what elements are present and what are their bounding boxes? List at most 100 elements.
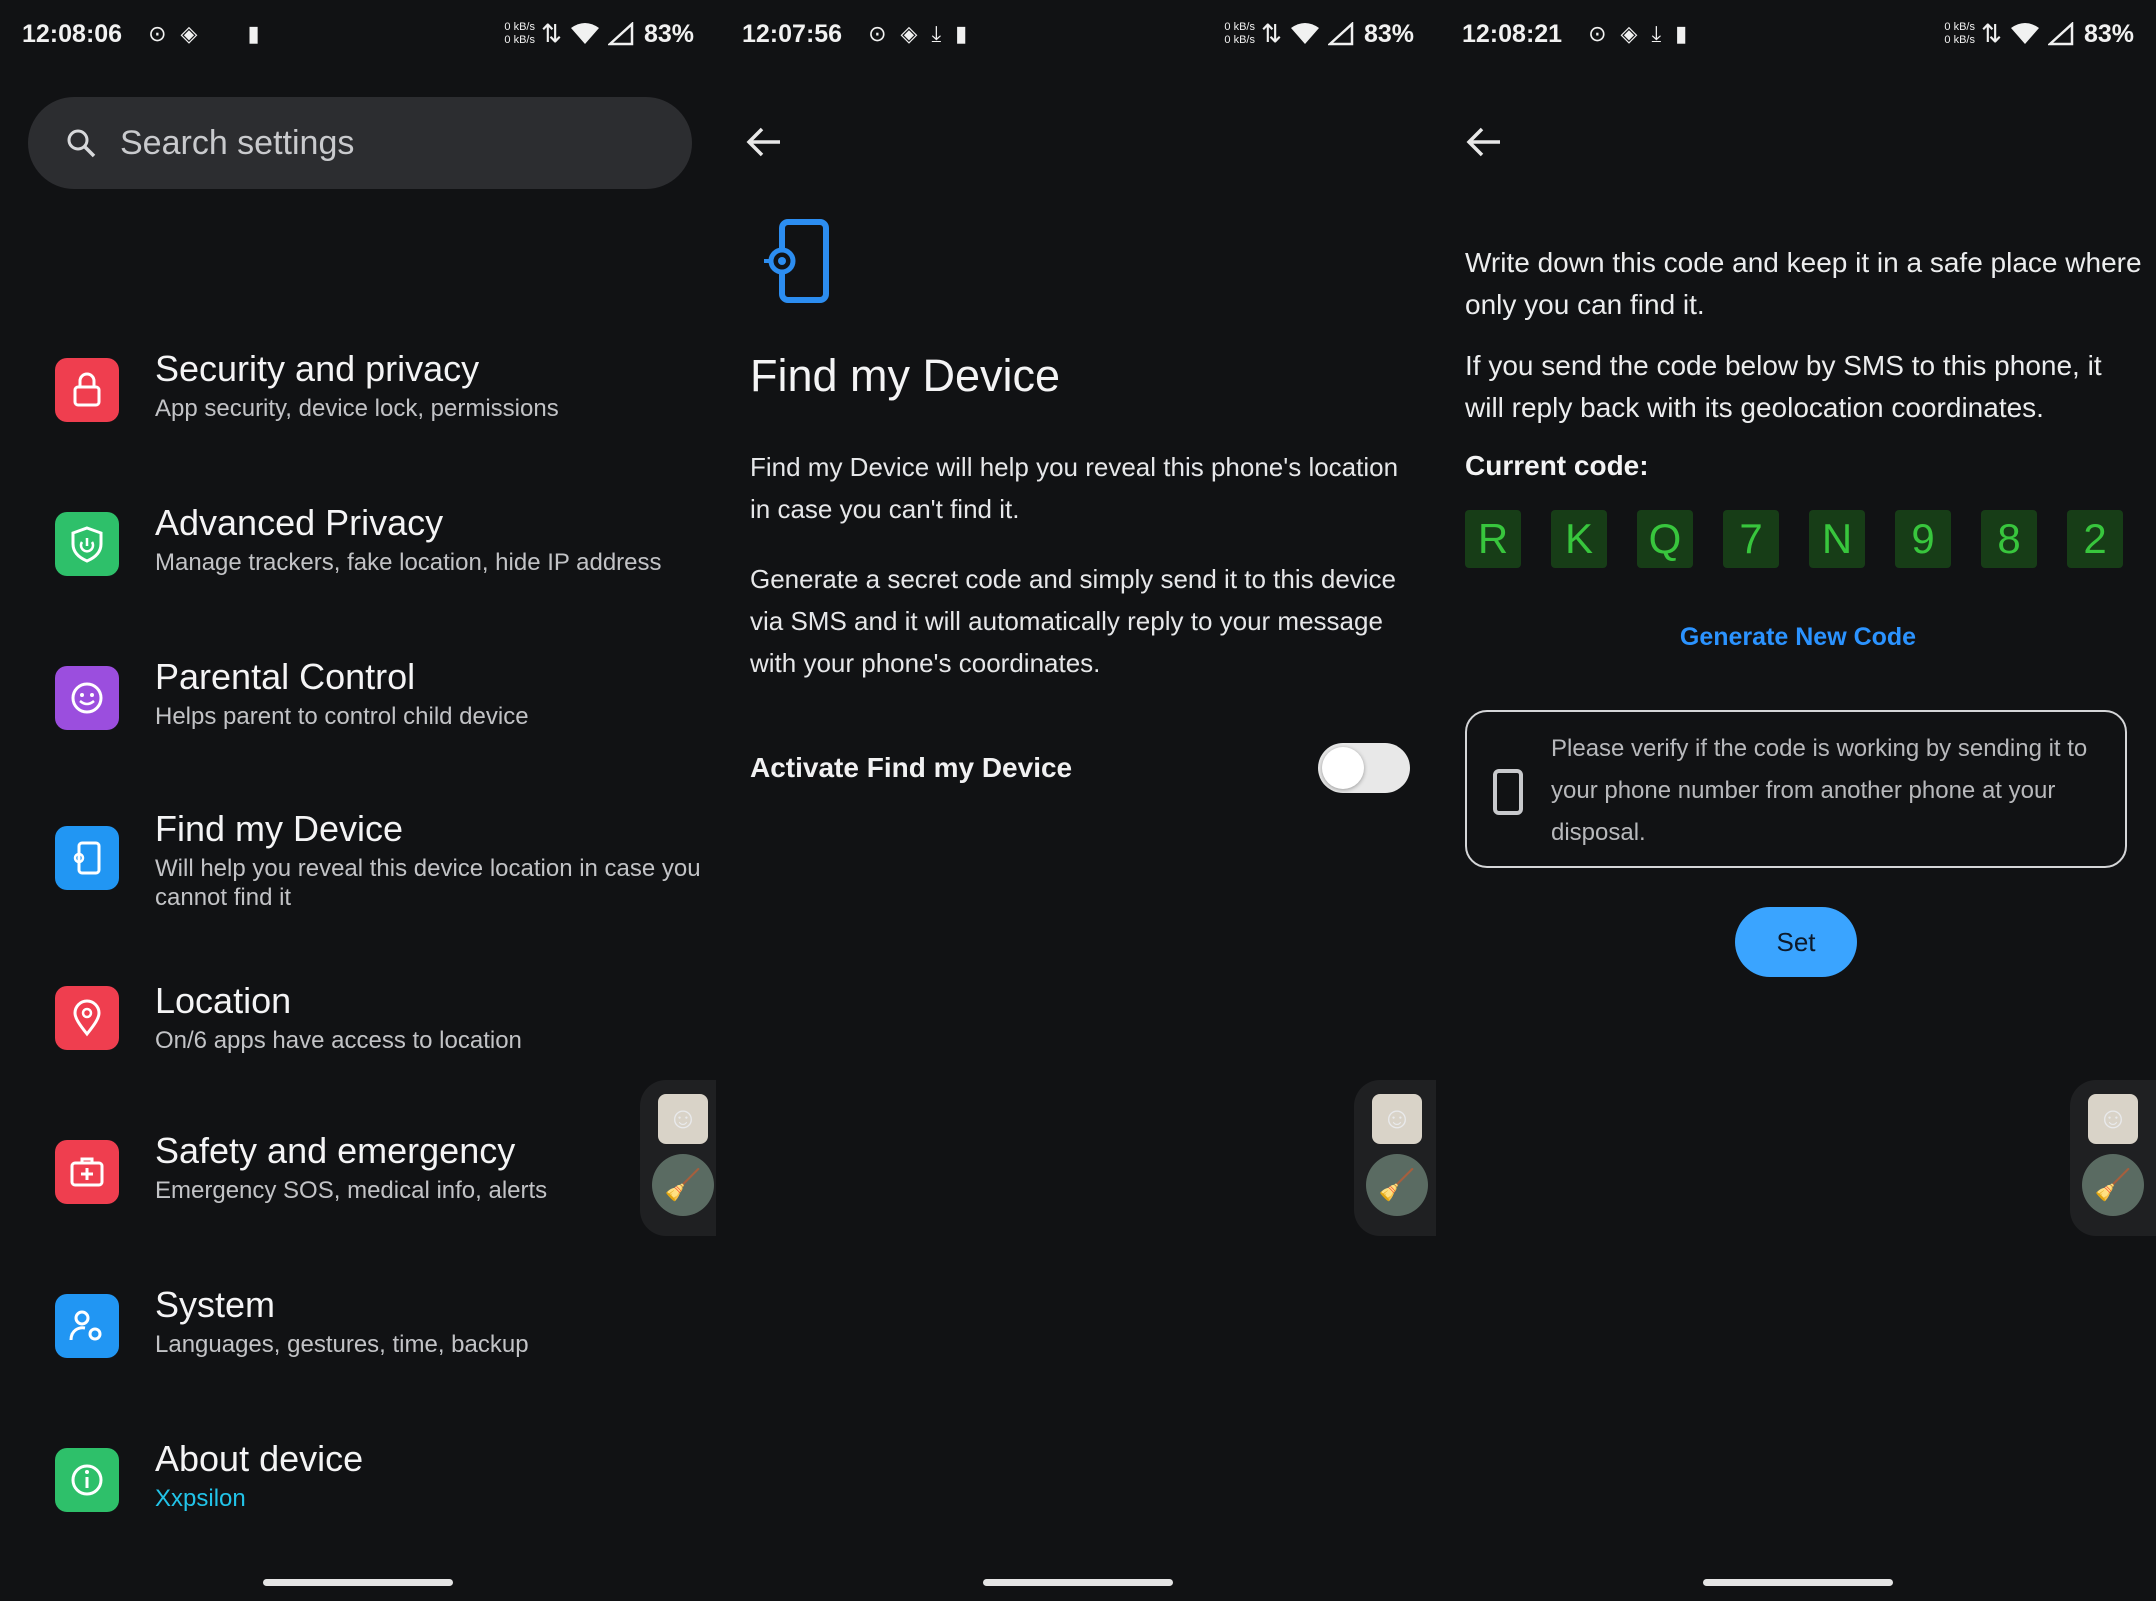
medical-kit-icon: [55, 1140, 119, 1204]
find-my-device-screen: 12:07:56 ⊙ ◈ ⤓ ▮ 0 kB/s 0 kB/s ⇅ 83% Find…: [720, 0, 1436, 1601]
item-subtitle: Display, interaction, audio: [155, 245, 429, 272]
data-arrows-icon: ⇅: [1261, 20, 1282, 48]
item-title: Safety and emergency: [155, 1130, 516, 1171]
item-title: Find my Device: [155, 808, 404, 849]
floating-widget[interactable]: ☺ 🧹: [1354, 1080, 1436, 1236]
status-bar: 12:07:56 ⊙ ◈ ⤓ ▮ 0 kB/s 0 kB/s ⇅ 83%: [742, 14, 1414, 54]
lock-icon: [55, 358, 119, 422]
item-subtitle: App security, device lock, permissions: [155, 395, 559, 422]
download-icon: ⤓: [931, 21, 942, 46]
network-rate: 0 kB/s 0 kB/s: [1224, 21, 1255, 47]
rate-up: 0 kB/s: [1944, 21, 1975, 33]
signal-icon: [2047, 22, 2074, 46]
shield-status-icon: ◈: [900, 21, 918, 46]
settings-screen: 12:08:06 ⊙ ◈ ▮ 0 kB/s 0 kB/s ⇅ 83% Search…: [0, 0, 716, 1601]
keep-safe-text: Write down this code and keep it in a sa…: [1465, 247, 2142, 320]
verify-text: Please verify if the code is working by …: [1551, 735, 2088, 846]
code-char: K: [1551, 510, 1607, 568]
activate-label: Activate Find my Device: [750, 752, 1073, 783]
rate-up: 0 kB/s: [1224, 21, 1255, 33]
device-name: Xxpsilon: [155, 1485, 246, 1512]
item-title: Accessibility: [155, 198, 352, 239]
instructions-text: Generate a secret code and simply send i…: [750, 564, 1397, 678]
rate-up: 0 kB/s: [504, 21, 535, 33]
item-subtitle: Languages, gestures, time, backup: [155, 1331, 529, 1358]
signal-icon: [1327, 22, 1354, 46]
assistant-avatar-icon[interactable]: ☺: [2088, 1094, 2138, 1144]
floating-widget[interactable]: ☺ 🧹: [2070, 1080, 2156, 1236]
sms-instructions-text: If you send the code below by SMS to thi…: [1465, 350, 2102, 423]
nav-handle[interactable]: [263, 1579, 453, 1586]
item-subtitle: On/6 apps have access to location: [155, 1027, 522, 1054]
system-user-gear-icon: [55, 1294, 119, 1358]
battery-percent: 83%: [1363, 19, 1414, 48]
item-subtitle: Helps parent to control child device: [155, 703, 529, 730]
phone-icon: [1493, 769, 1523, 815]
status-right: 0 kB/s 0 kB/s ⇅ 83%: [504, 19, 694, 49]
status-time: 12:08:21: [1462, 19, 1563, 48]
code-char: Q: [1637, 510, 1693, 568]
code-char: 8: [1981, 510, 2037, 568]
assistant-avatar-icon[interactable]: ☺: [1372, 1094, 1422, 1144]
item-title: Location: [155, 980, 292, 1021]
verify-info-box: Please verify if the code is working by …: [1465, 710, 2127, 868]
status-bar: 12:08:21 ⊙ ◈ ⤓ ▮ 0 kB/s 0 kB/s ⇅ 83%: [1462, 14, 2134, 54]
rate-down: 0 kB/s: [1224, 34, 1255, 46]
item-subtitle: Emergency SOS, medical info, alerts: [155, 1177, 548, 1204]
signal-icon: [607, 22, 634, 46]
cleaner-broom-icon[interactable]: 🧹: [1366, 1154, 1428, 1216]
phone-locate-icon: [55, 826, 119, 890]
data-arrows-icon: ⇅: [1981, 20, 2002, 48]
item-title: Advanced Privacy: [155, 502, 444, 543]
activate-row[interactable]: Activate Find my Device: [750, 740, 1410, 796]
code-char: 9: [1895, 510, 1951, 568]
cleaner-broom-icon[interactable]: 🧹: [652, 1154, 714, 1216]
network-rate: 0 kB/s 0 kB/s: [504, 21, 535, 47]
record-icon: ⊙: [1588, 21, 1607, 46]
assistant-avatar-icon[interactable]: ☺: [658, 1094, 708, 1144]
search-icon: [67, 129, 96, 158]
info-icon: [55, 1448, 119, 1512]
face-icon: [55, 666, 119, 730]
code-char: 7: [1723, 510, 1779, 568]
accessibility-icon: [55, 210, 119, 270]
item-title: About device: [155, 1438, 364, 1479]
item-title: System: [155, 1284, 276, 1325]
shield-icon: [55, 512, 119, 576]
back-arrow-icon[interactable]: [1464, 124, 1504, 160]
data-arrows-icon: ⇅: [541, 20, 562, 48]
location-pin-icon: [55, 986, 119, 1050]
sd-card-icon: ▮: [955, 21, 968, 46]
code-char: R: [1465, 510, 1521, 568]
cleaner-broom-icon[interactable]: 🧹: [2082, 1154, 2144, 1216]
code-char: 2: [2067, 510, 2123, 568]
status-bar: 12:08:06 ⊙ ◈ ▮ 0 kB/s 0 kB/s ⇅ 83%: [22, 14, 694, 54]
intro-text: Find my Device will help you reveal this…: [750, 452, 1399, 524]
record-icon: ⊙: [148, 21, 167, 46]
set-button[interactable]: Set: [1735, 907, 1857, 977]
activate-toggle[interactable]: [1318, 743, 1410, 793]
phone-locate-icon: [764, 219, 829, 303]
generate-new-code-button[interactable]: Generate New Code: [1440, 623, 2156, 652]
status-time: 12:07:56: [742, 19, 843, 48]
search-placeholder: Search settings: [120, 123, 355, 162]
rate-down: 0 kB/s: [1944, 34, 1975, 46]
back-arrow-icon[interactable]: [744, 124, 784, 160]
toggle-knob: [1322, 747, 1364, 789]
battery-percent: 83%: [643, 19, 694, 48]
download-icon: ⤓: [1651, 21, 1662, 46]
shield-status-icon: ◈: [180, 21, 198, 46]
nav-handle[interactable]: [983, 1579, 1173, 1586]
rate-down: 0 kB/s: [504, 34, 535, 46]
search-bar[interactable]: Search settings: [28, 97, 692, 189]
nav-handle[interactable]: [1703, 1579, 1893, 1586]
item-title: Parental Control: [155, 656, 416, 697]
status-time: 12:08:06: [22, 19, 123, 48]
wifi-icon: [2010, 23, 2039, 44]
item-title: Security and privacy: [155, 348, 480, 389]
code-screen: 12:08:21 ⊙ ◈ ⤓ ▮ 0 kB/s 0 kB/s ⇅ 83% Writ…: [1440, 0, 2156, 1601]
floating-widget[interactable]: ☺ 🧹: [640, 1080, 716, 1236]
sd-card-icon: ▮: [247, 21, 260, 46]
wifi-icon: [570, 23, 599, 44]
code-display: R K Q 7 N 9 8 2: [1465, 510, 2123, 568]
